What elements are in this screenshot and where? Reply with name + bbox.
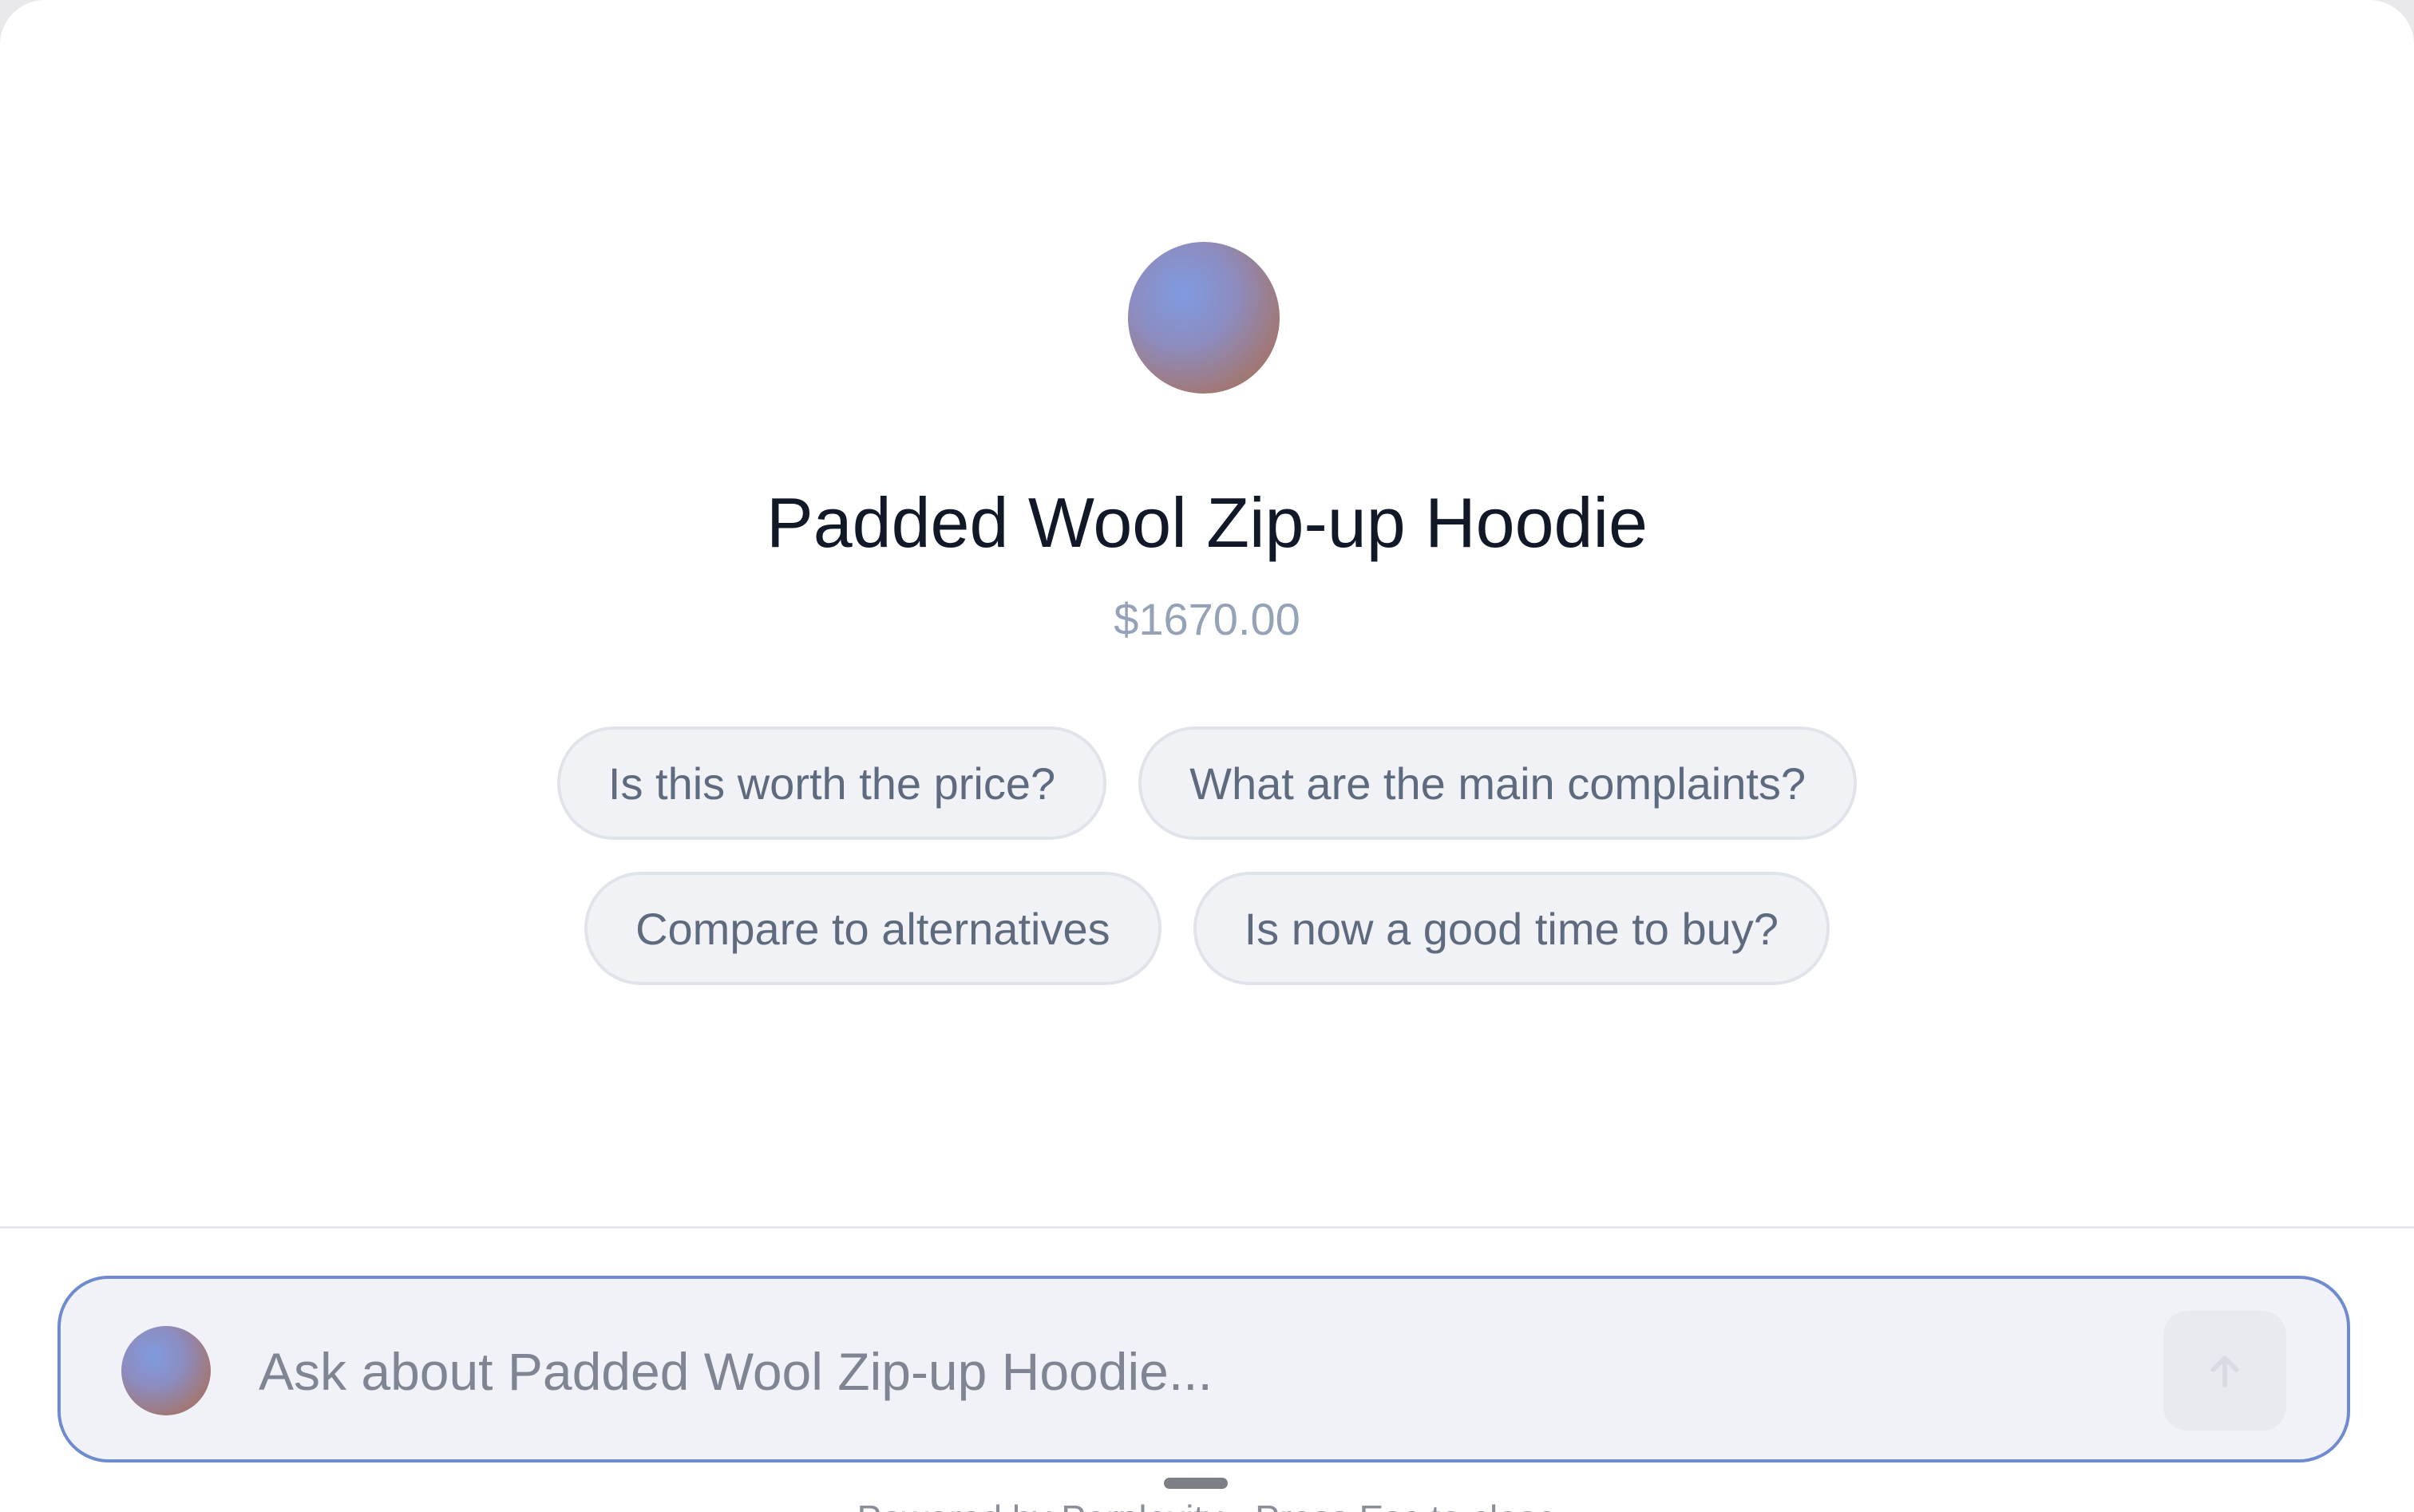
- chat-input-bar: [57, 1276, 2350, 1463]
- chat-input[interactable]: [257, 1319, 2192, 1424]
- suggestion-chip-compare-alternatives[interactable]: Compare to alternatives: [584, 872, 1161, 985]
- suggestion-chips: Is this worth the price? What are the ma…: [0, 726, 2414, 1017]
- footer-text: Powered by Perplexity · Press Esc to clo…: [0, 1494, 2414, 1512]
- product-title: Padded Wool Zip-up Hoodie: [766, 483, 1648, 562]
- arrow-up-icon: [2210, 1356, 2239, 1387]
- suggestion-chip-main-complaints[interactable]: What are the main complaints?: [1138, 726, 1858, 840]
- suggestion-chip-worth-price[interactable]: Is this worth the price?: [556, 726, 1107, 840]
- suggestion-chip-good-time-to-buy[interactable]: Is now a good time to buy?: [1193, 872, 1830, 985]
- assistant-panel: Padded Wool Zip-up Hoodie $1670.00 Is th…: [0, 0, 2414, 1512]
- assistant-orb-avatar: [1128, 242, 1280, 394]
- product-price: $1670.00: [1114, 594, 1300, 644]
- drag-handle[interactable]: [1164, 1478, 1228, 1489]
- suggestion-row: Is this worth the price? What are the ma…: [0, 726, 2414, 840]
- send-button[interactable]: [2163, 1311, 2286, 1431]
- assistant-orb-icon: [121, 1326, 211, 1415]
- suggestion-row: Compare to alternatives Is now a good ti…: [0, 872, 2414, 985]
- divider: [0, 1226, 2414, 1229]
